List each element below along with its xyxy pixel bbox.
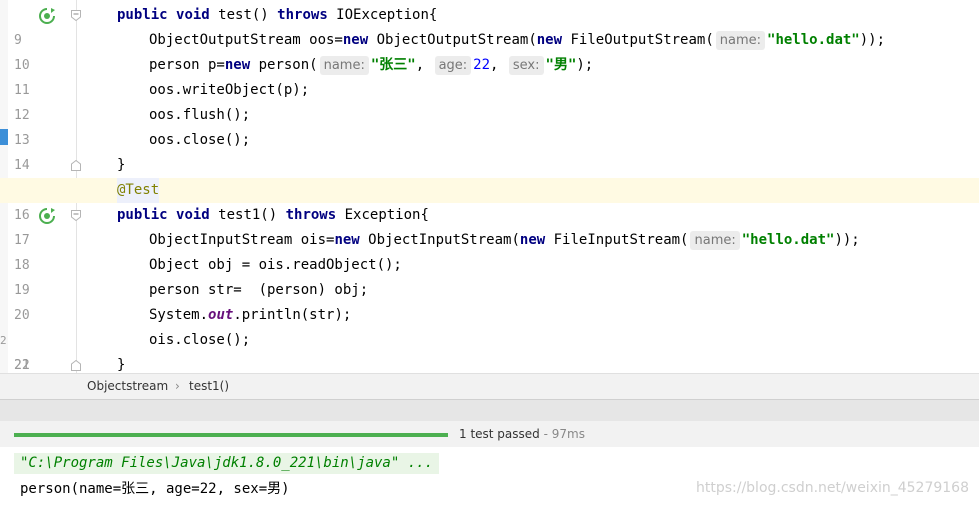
- code-text: ois.close();: [149, 332, 251, 348]
- code-text: System.out.println(str);: [149, 307, 352, 323]
- code-text: oos.writeObject(p);: [149, 82, 310, 98]
- code-text: oos.close();: [149, 132, 251, 148]
- parameter-hint: name:: [319, 56, 369, 75]
- code-text: ObjectInputStream ois=new ObjectInputStr…: [149, 231, 860, 250]
- code-line-current[interactable]: 16 @Test: [0, 178, 979, 223]
- code-line[interactable]: 23 }: [0, 353, 979, 373]
- code-text: oos.flush();: [149, 107, 251, 123]
- annotation-text: @Test: [117, 178, 160, 203]
- run-console[interactable]: "C:\Program Files\Java\jdk1.8.0_221\bin\…: [0, 447, 979, 507]
- console-output: person(name=张三, age=22, sex=男): [20, 481, 290, 497]
- parameter-hint: age:: [434, 56, 472, 75]
- run-test-icon[interactable]: [38, 207, 56, 225]
- test-duration: - 97ms: [539, 427, 585, 441]
- code-line[interactable]: 18 ObjectInputStream ois=new ObjectInput…: [0, 228, 979, 273]
- test-results-bar: 1 test passed - 97ms: [0, 421, 979, 448]
- code-line[interactable]: 14 oos.close();: [0, 128, 979, 173]
- fold-icon[interactable]: [71, 160, 81, 171]
- parameter-hint: sex:: [508, 56, 544, 75]
- code-line[interactable]: 11 person p=new person(name: "张三", age: 22…: [0, 53, 979, 98]
- parameter-hint: name:: [715, 31, 766, 50]
- code-line[interactable]: 13 oos.flush();: [0, 103, 979, 148]
- console-command-line[interactable]: "C:\Program Files\Java\jdk1.8.0_221\bin\…: [14, 453, 440, 474]
- code-line[interactable]: 19 Object obj = ois.readObject();: [0, 253, 979, 298]
- panel-divider[interactable]: [0, 399, 979, 422]
- code-line[interactable]: 22 ois.close();: [0, 328, 979, 373]
- fold-icon[interactable]: [71, 360, 81, 371]
- code-line[interactable]: 17 public void test1() throws Exception{: [0, 203, 979, 248]
- test-status-text: 1 test passed: [459, 427, 540, 441]
- code-text: Object obj = ois.readObject();: [149, 257, 402, 273]
- breadcrumb-method[interactable]: test1(): [189, 379, 229, 393]
- test-progress-bar: [14, 433, 448, 437]
- code-editor[interactable]: 9 public void test() throws IOException{…: [0, 0, 979, 373]
- breadcrumb: Objectstream › test1(): [0, 373, 979, 399]
- breadcrumb-class[interactable]: Objectstream: [87, 379, 168, 393]
- code-text: public void test1() throws Exception{: [117, 207, 429, 223]
- fold-icon[interactable]: [71, 210, 81, 221]
- code-text: ObjectOutputStream oos=new ObjectOutputS…: [149, 31, 886, 50]
- code-line[interactable]: 20 person str= (person) obj;: [0, 278, 979, 323]
- code-text: public void test() throws IOException{: [117, 7, 438, 23]
- fold-icon[interactable]: [71, 10, 81, 21]
- code-text: person p=new person(name: "张三", age: 22, s…: [149, 56, 594, 75]
- code-text: }: [117, 357, 126, 373]
- code-line[interactable]: 10 ObjectOutputStream oos=new ObjectOutp…: [0, 28, 979, 73]
- parameter-hint: name:: [690, 231, 740, 250]
- code-text: person str= (person) obj;: [149, 282, 369, 298]
- code-line[interactable]: 12 oos.writeObject(p);: [0, 78, 979, 123]
- run-test-icon[interactable]: [38, 7, 56, 25]
- breadcrumb-separator: ›: [175, 379, 180, 393]
- test-progress-fill: [14, 433, 448, 437]
- code-line[interactable]: 15 }: [0, 153, 979, 198]
- watermark: https://blog.csdn.net/weixin_45279168: [695, 480, 969, 496]
- code-line[interactable]: 2 21 System.out.println(str);: [0, 303, 979, 373]
- code-text: }: [117, 157, 126, 173]
- code-line[interactable]: 9 public void test() throws IOException{: [0, 3, 979, 48]
- test-status: 1 test passed - 97ms: [459, 427, 585, 441]
